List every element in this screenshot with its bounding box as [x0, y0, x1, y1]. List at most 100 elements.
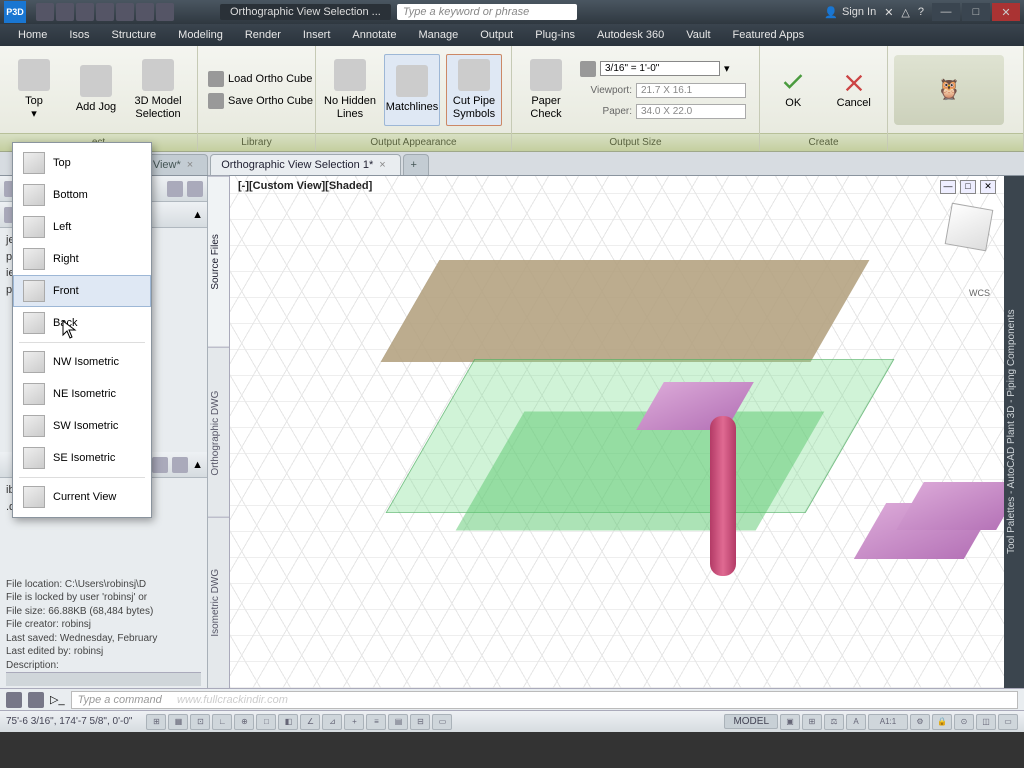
menu-top[interactable]: Top — [13, 147, 151, 179]
qat-save-icon[interactable] — [76, 3, 94, 21]
paper-check-button[interactable]: Paper Check — [518, 54, 574, 126]
sb-qprop-icon[interactable]: ⊟ — [410, 714, 430, 730]
folder-icon[interactable] — [187, 181, 203, 197]
app-badge[interactable]: P3D — [4, 1, 26, 23]
menu-bottom[interactable]: Bottom — [13, 179, 151, 211]
tab-annotate[interactable]: Annotate — [342, 26, 406, 44]
tab-output[interactable]: Output — [470, 26, 523, 44]
scale-select[interactable]: 3/16" = 1'-0" — [600, 61, 720, 76]
tab-vault[interactable]: Vault — [676, 26, 720, 44]
view2-icon[interactable] — [172, 457, 188, 473]
model-space-button[interactable]: MODEL — [724, 714, 778, 729]
tab-manage[interactable]: Manage — [408, 26, 468, 44]
model-selection-button[interactable]: 3D Model Selection — [130, 54, 186, 126]
vp-close-icon[interactable]: ✕ — [980, 180, 996, 194]
maximize-button[interactable]: □ — [962, 3, 990, 21]
qat-print-icon[interactable] — [116, 3, 134, 21]
menu-ne-iso[interactable]: NE Isometric — [13, 378, 151, 410]
tab-render[interactable]: Render — [235, 26, 291, 44]
tab-isos[interactable]: Isos — [59, 26, 99, 44]
menu-left[interactable]: Left — [13, 211, 151, 243]
view-icon[interactable] — [152, 457, 168, 473]
tab-structure[interactable]: Structure — [102, 26, 167, 44]
menu-back[interactable]: Back — [13, 307, 151, 339]
sb-iso-icon[interactable]: ◫ — [976, 714, 996, 730]
anno-scale[interactable]: A 1:1 — [868, 714, 908, 730]
command-input[interactable]: Type a command www.fullcrackindir.com — [71, 691, 1018, 709]
doctab-ortho[interactable]: Orthographic View Selection 1*× — [210, 154, 401, 175]
chevron-up-icon[interactable]: ▲ — [192, 209, 203, 221]
qat-undo-icon[interactable] — [136, 3, 154, 21]
viewcube[interactable] — [945, 203, 994, 252]
sb-snap-icon[interactable]: ▦ — [168, 714, 188, 730]
viewport-value[interactable]: 21.7 X 16.1 — [636, 83, 746, 98]
exchange-icon[interactable]: ✕ — [884, 6, 893, 19]
sb-polar-icon[interactable]: ⊕ — [234, 714, 254, 730]
sb-3dosnap-icon[interactable]: ◧ — [278, 714, 298, 730]
view-label[interactable]: [-][Custom View][Shaded] — [238, 180, 372, 192]
cancel-button[interactable]: Cancel — [827, 54, 882, 126]
load-ortho-button[interactable]: Load Ortho Cube — [204, 69, 317, 89]
sb-osnap-icon[interactable]: □ — [256, 714, 276, 730]
sb-annscale-icon[interactable]: A — [846, 714, 866, 730]
sb-ann-icon[interactable]: ⚖ — [824, 714, 844, 730]
sb-ducs-icon[interactable]: ⊿ — [322, 714, 342, 730]
sb-infer-icon[interactable]: ⊞ — [146, 714, 166, 730]
vtab-iso[interactable]: Isometric DWG — [208, 517, 229, 688]
close-icon[interactable]: × — [379, 159, 385, 171]
history-icon[interactable] — [6, 692, 22, 708]
sb-sel-icon[interactable]: ▭ — [432, 714, 452, 730]
paper-value[interactable]: 34.0 X 22.0 — [636, 104, 746, 119]
menu-sw-iso[interactable]: SW Isometric — [13, 410, 151, 442]
sb-lwt-icon[interactable]: ≡ — [366, 714, 386, 730]
tab-modeling[interactable]: Modeling — [168, 26, 233, 44]
no-hidden-lines-button[interactable]: No Hidden Lines — [322, 54, 378, 126]
menu-front[interactable]: Front — [13, 275, 151, 307]
close-icon[interactable]: × — [187, 159, 193, 171]
chevron-up-icon[interactable]: ▲ — [192, 459, 203, 471]
sb-dyn-icon[interactable]: + — [344, 714, 364, 730]
sb-lock-icon[interactable]: 🔒 — [932, 714, 952, 730]
sb-clean-icon[interactable]: ▭ — [998, 714, 1018, 730]
top-view-button[interactable]: Top▾ — [6, 54, 62, 126]
matchlines-button[interactable]: Matchlines — [384, 54, 440, 126]
search-input[interactable]: Type a keyword or phrase — [397, 4, 577, 20]
tab-insert[interactable]: Insert — [293, 26, 341, 44]
signin-button[interactable]: 👤 Sign In — [824, 6, 876, 19]
menu-se-iso[interactable]: SE Isometric — [13, 442, 151, 474]
tab-autodesk360[interactable]: Autodesk 360 — [587, 26, 674, 44]
sb-tran-icon[interactable]: ▤ — [388, 714, 408, 730]
sb-quickview-icon[interactable]: ⊞ — [802, 714, 822, 730]
new-tab-button[interactable]: + — [403, 154, 429, 175]
scrollbar-x[interactable] — [6, 672, 201, 686]
gear-icon[interactable] — [167, 181, 183, 197]
sb-otrack-icon[interactable]: ∠ — [300, 714, 320, 730]
vtab-ortho[interactable]: Orthographic DWG — [208, 347, 229, 518]
vtab-source[interactable]: Source Files — [208, 176, 229, 347]
sb-ortho-icon[interactable]: ∟ — [212, 714, 232, 730]
tab-featured[interactable]: Featured Apps — [723, 26, 815, 44]
sb-hw-icon[interactable]: ⊙ — [954, 714, 974, 730]
menu-right[interactable]: Right — [13, 243, 151, 275]
close-button[interactable]: ✕ — [992, 3, 1020, 21]
sb-ws-icon[interactable]: ⚙ — [910, 714, 930, 730]
minimize-button[interactable]: — — [932, 3, 960, 21]
wcs-label[interactable]: WCS — [969, 288, 990, 298]
qat-redo-icon[interactable] — [156, 3, 174, 21]
add-jog-button[interactable]: Add Jog — [68, 54, 124, 126]
ok-button[interactable]: OK — [766, 54, 821, 126]
menu-current[interactable]: Current View — [13, 481, 151, 513]
help-icon[interactable]: ? — [918, 6, 924, 18]
qat-new-icon[interactable] — [36, 3, 54, 21]
tab-plugins[interactable]: Plug-ins — [525, 26, 585, 44]
sb-layout-icon[interactable]: ▣ — [780, 714, 800, 730]
menu-nw-iso[interactable]: NW Isometric — [13, 346, 151, 378]
tab-home[interactable]: Home — [8, 26, 57, 44]
drawing-canvas[interactable]: [-][Custom View][Shaded] — □ ✕ WCS — [230, 176, 1004, 688]
wrench-icon[interactable] — [28, 692, 44, 708]
vp-max-icon[interactable]: □ — [960, 180, 976, 194]
vp-min-icon[interactable]: — — [940, 180, 956, 194]
save-ortho-button[interactable]: Save Ortho Cube — [204, 91, 317, 111]
cloud-icon[interactable]: △ — [901, 6, 909, 19]
qat-open-icon[interactable] — [56, 3, 74, 21]
